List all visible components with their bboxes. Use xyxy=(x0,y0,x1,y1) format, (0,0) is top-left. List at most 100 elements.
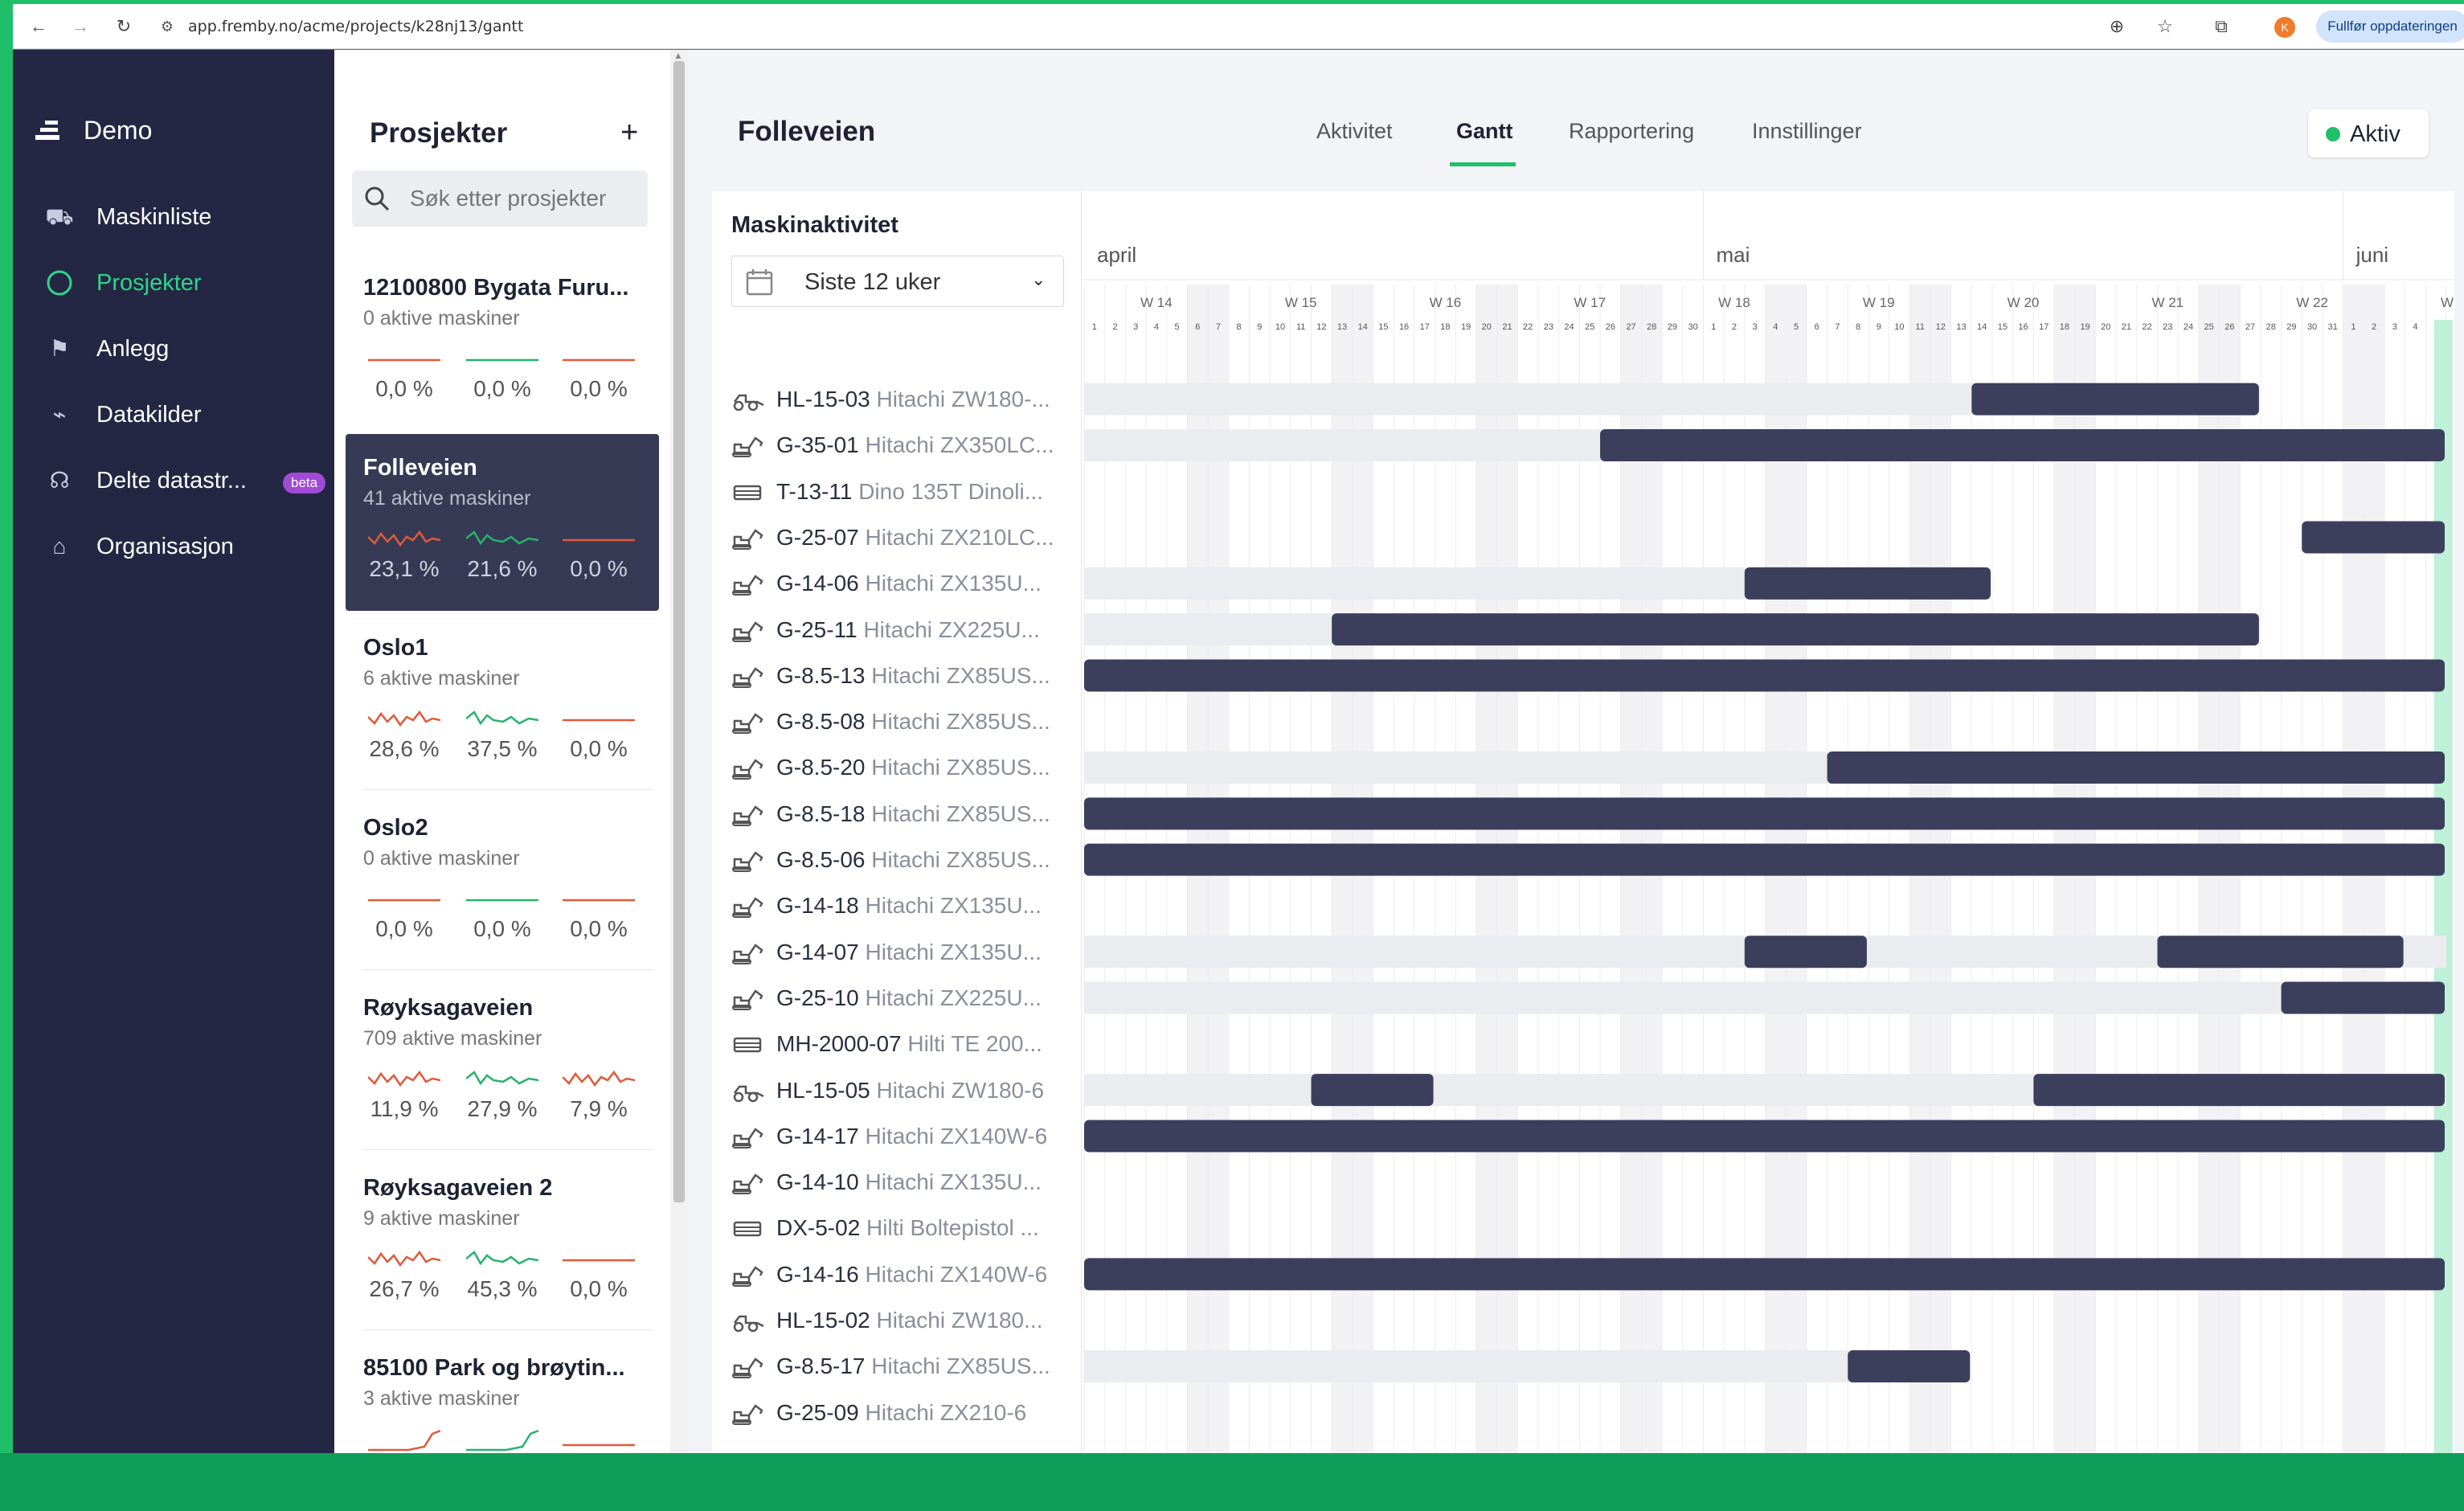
activity-bar xyxy=(1848,1349,1971,1382)
utilization-value: 27,9 % xyxy=(467,1096,538,1121)
nav-item-anlegg[interactable]: ⚑ Anlegg xyxy=(29,325,326,373)
machine-model: Hitachi ZX85US... xyxy=(871,1353,1050,1379)
machine-row[interactable]: G-14-07 Hitachi ZX135U... xyxy=(712,929,1082,975)
machine-label: G-25-09 Hitachi ZX210-6 xyxy=(776,1400,1077,1426)
nav-item-datakilder[interactable]: ⌁ Datakilder xyxy=(29,391,326,439)
nav-item-delte-datastrommer[interactable]: ☊ Delte datastr... beta xyxy=(29,457,326,505)
project-card[interactable]: Folleveien 41 aktive maskiner 23,1 % 21,6 %… xyxy=(346,434,659,611)
machine-row[interactable]: G-14-16 Hitachi ZX140W-6 xyxy=(712,1251,1082,1297)
tab-aktivitet[interactable]: Aktivitet xyxy=(1316,119,1393,144)
machine-row[interactable]: G-25-11 Hitachi ZX225U... xyxy=(712,607,1082,653)
machine-row[interactable]: G-25-09 Hitachi ZX210-6 xyxy=(712,1390,1082,1435)
excavator-icon xyxy=(731,942,765,964)
day-label: 24 xyxy=(2184,322,2193,332)
machine-model: Hitachi ZX135U... xyxy=(865,893,1042,919)
zoom-icon[interactable]: ⊕ xyxy=(2106,15,2128,38)
project-card[interactable]: Oslo2 0 aktive maskiner 0,0 % 0,0 % 0,0 % xyxy=(346,794,659,971)
machine-row[interactable]: MH-2000-07 Hilti TE 200... xyxy=(712,1021,1082,1067)
status-badge[interactable]: Aktiv xyxy=(2308,109,2429,158)
project-search[interactable] xyxy=(352,170,648,227)
excavator-icon xyxy=(731,1126,765,1149)
machine-row[interactable]: G-14-18 Hitachi ZX135U... xyxy=(712,882,1082,928)
machine-label: G-25-07 Hitachi ZX210LC... xyxy=(776,525,1077,551)
project-name: 85100 Park og brøytin... xyxy=(363,1355,625,1381)
add-project-button[interactable]: + xyxy=(620,116,638,150)
machine-model: Hitachi ZX350LC... xyxy=(865,432,1054,458)
day-label: 22 xyxy=(1523,322,1533,332)
machine-row[interactable]: G-8.5-13 Hitachi ZX85US... xyxy=(712,653,1082,698)
sparkline xyxy=(368,1429,440,1452)
machine-row[interactable]: HL-15-05 Hitachi ZW180-6 xyxy=(712,1067,1082,1113)
tag-icon: ⌁ xyxy=(52,402,67,427)
month-label: mai xyxy=(1716,243,1750,267)
search-input[interactable] xyxy=(410,182,635,215)
utilization-value: 0,0 % xyxy=(570,1276,628,1301)
machine-row[interactable]: G-14-06 Hitachi ZX135U... xyxy=(712,560,1082,606)
project-list-scrollbar[interactable]: ▲ xyxy=(670,50,688,1453)
reload-icon[interactable]: ↻ xyxy=(113,15,135,38)
inactive-span xyxy=(1084,981,2282,1014)
project-card[interactable]: Røyksagaveien 2 9 aktive maskiner 26,7 % 45… xyxy=(346,1154,659,1331)
update-button[interactable]: Fullfør oppdateringen xyxy=(2316,10,2464,43)
site-settings-icon[interactable]: ⚙ xyxy=(156,15,178,38)
star-icon[interactable]: ☆ xyxy=(2154,15,2176,38)
machine-row[interactable]: G-8.5-20 Hitachi ZX85US... xyxy=(712,744,1082,790)
machine-row[interactable]: G-8.5-17 Hitachi ZX85US... xyxy=(712,1343,1082,1389)
machine-row[interactable]: G-25-10 Hitachi ZX225U... xyxy=(712,975,1082,1021)
machine-row[interactable]: G-8.5-08 Hitachi ZX85US... xyxy=(712,698,1082,744)
nav-item-organisasjon[interactable]: ⌂ Organisasjon xyxy=(29,522,326,571)
week-label: W 19 xyxy=(1863,295,1895,310)
day-label: 29 xyxy=(1668,322,1677,332)
project-card[interactable]: Røyksagaveien 709 aktive maskiner 11,9 % 27… xyxy=(346,974,659,1151)
tab-rapportering[interactable]: Rapportering xyxy=(1569,119,1694,144)
machine-label: G-8.5-18 Hitachi ZX85US... xyxy=(776,801,1077,827)
back-icon[interactable]: ← xyxy=(27,15,50,38)
machine-row[interactable]: T-13-11 Dino 135T Dinoli... xyxy=(712,469,1082,514)
profile-avatar[interactable]: K xyxy=(2274,17,2295,38)
forward-icon[interactable]: → xyxy=(69,15,92,38)
machine-row[interactable]: G-25-07 Hitachi ZX210LC... xyxy=(712,514,1082,560)
scrollbar-thumb[interactable] xyxy=(673,61,685,1202)
machine-model: Hitachi ZX225U... xyxy=(865,985,1042,1010)
machine-row[interactable]: DX-5-02 Hilti Boltepistol ... xyxy=(712,1205,1082,1251)
sparkline xyxy=(466,1251,538,1266)
day-label: 11 xyxy=(1915,322,1924,332)
tab-gantt[interactable]: Gantt xyxy=(1456,119,1513,144)
gantt-chart: april mai juni W 14 W 15 W 16 W 17 W 18 W 19 W 20… xyxy=(1083,191,2454,1453)
activity-bar xyxy=(1084,1120,2445,1153)
nav-item-maskinliste[interactable]: ⛟ Maskinliste xyxy=(29,193,326,241)
day-label: 15 xyxy=(1998,322,2008,332)
machine-row[interactable]: G-14-10 Hitachi ZX135U... xyxy=(712,1159,1082,1205)
utilization-value: 0,0 % xyxy=(375,916,433,941)
activity-bar xyxy=(1827,751,2445,784)
project-name: Røyksagaveien 2 xyxy=(363,1175,553,1201)
machine-id: G-8.5-06 xyxy=(776,847,872,872)
nav-item-prosjekter[interactable]: Prosjekter xyxy=(29,259,326,307)
day-label: 8 xyxy=(1237,322,1242,332)
extensions-icon[interactable]: ⧉ xyxy=(2210,15,2233,38)
utilization-value: 0,0 % xyxy=(570,556,628,581)
truck-icon xyxy=(731,1034,765,1056)
machine-row[interactable]: G-8.5-06 Hitachi ZX85US... xyxy=(712,837,1082,882)
machine-row[interactable]: HL-15-03 Hitachi ZW180-... xyxy=(712,376,1082,422)
excavator-icon xyxy=(731,1402,765,1425)
machine-id: G-25-10 xyxy=(776,985,866,1010)
machine-model: Hitachi ZX135U... xyxy=(865,939,1042,964)
date-range-select[interactable]: Siste 12 uker ⌄ xyxy=(731,256,1064,307)
project-card[interactable]: 85100 Park og brøytin... 3 aktive maskine… xyxy=(346,1334,659,1511)
sparkline xyxy=(466,1071,538,1086)
tab-innstillinger[interactable]: Innstillinger xyxy=(1752,119,1862,144)
machine-row[interactable]: G-35-01 Hitachi ZX350LC... xyxy=(712,422,1082,468)
address-bar[interactable]: app.fremby.no/acme/projects/k28nj13/gant… xyxy=(188,18,523,35)
menu-logo-icon[interactable] xyxy=(35,119,64,143)
scroll-up-icon[interactable]: ▲ xyxy=(673,50,683,61)
activity-bar xyxy=(1084,797,2445,830)
project-card[interactable]: 12100800 Bygata Furu... 0 aktive maskiner… xyxy=(346,254,659,431)
machine-row[interactable]: HL-15-02 Hitachi ZW180... xyxy=(712,1297,1082,1343)
day-label: 30 xyxy=(1688,322,1697,332)
machine-row[interactable]: G-14-17 Hitachi ZX140W-6 xyxy=(712,1113,1082,1159)
machine-row[interactable]: G-8.5-18 Hitachi ZX85US... xyxy=(712,791,1082,837)
project-card[interactable]: Oslo1 6 aktive maskiner 28,6 % 37,5 % 0,0 % xyxy=(346,614,659,791)
excavator-icon xyxy=(731,757,765,780)
day-label: 30 xyxy=(2307,322,2317,332)
